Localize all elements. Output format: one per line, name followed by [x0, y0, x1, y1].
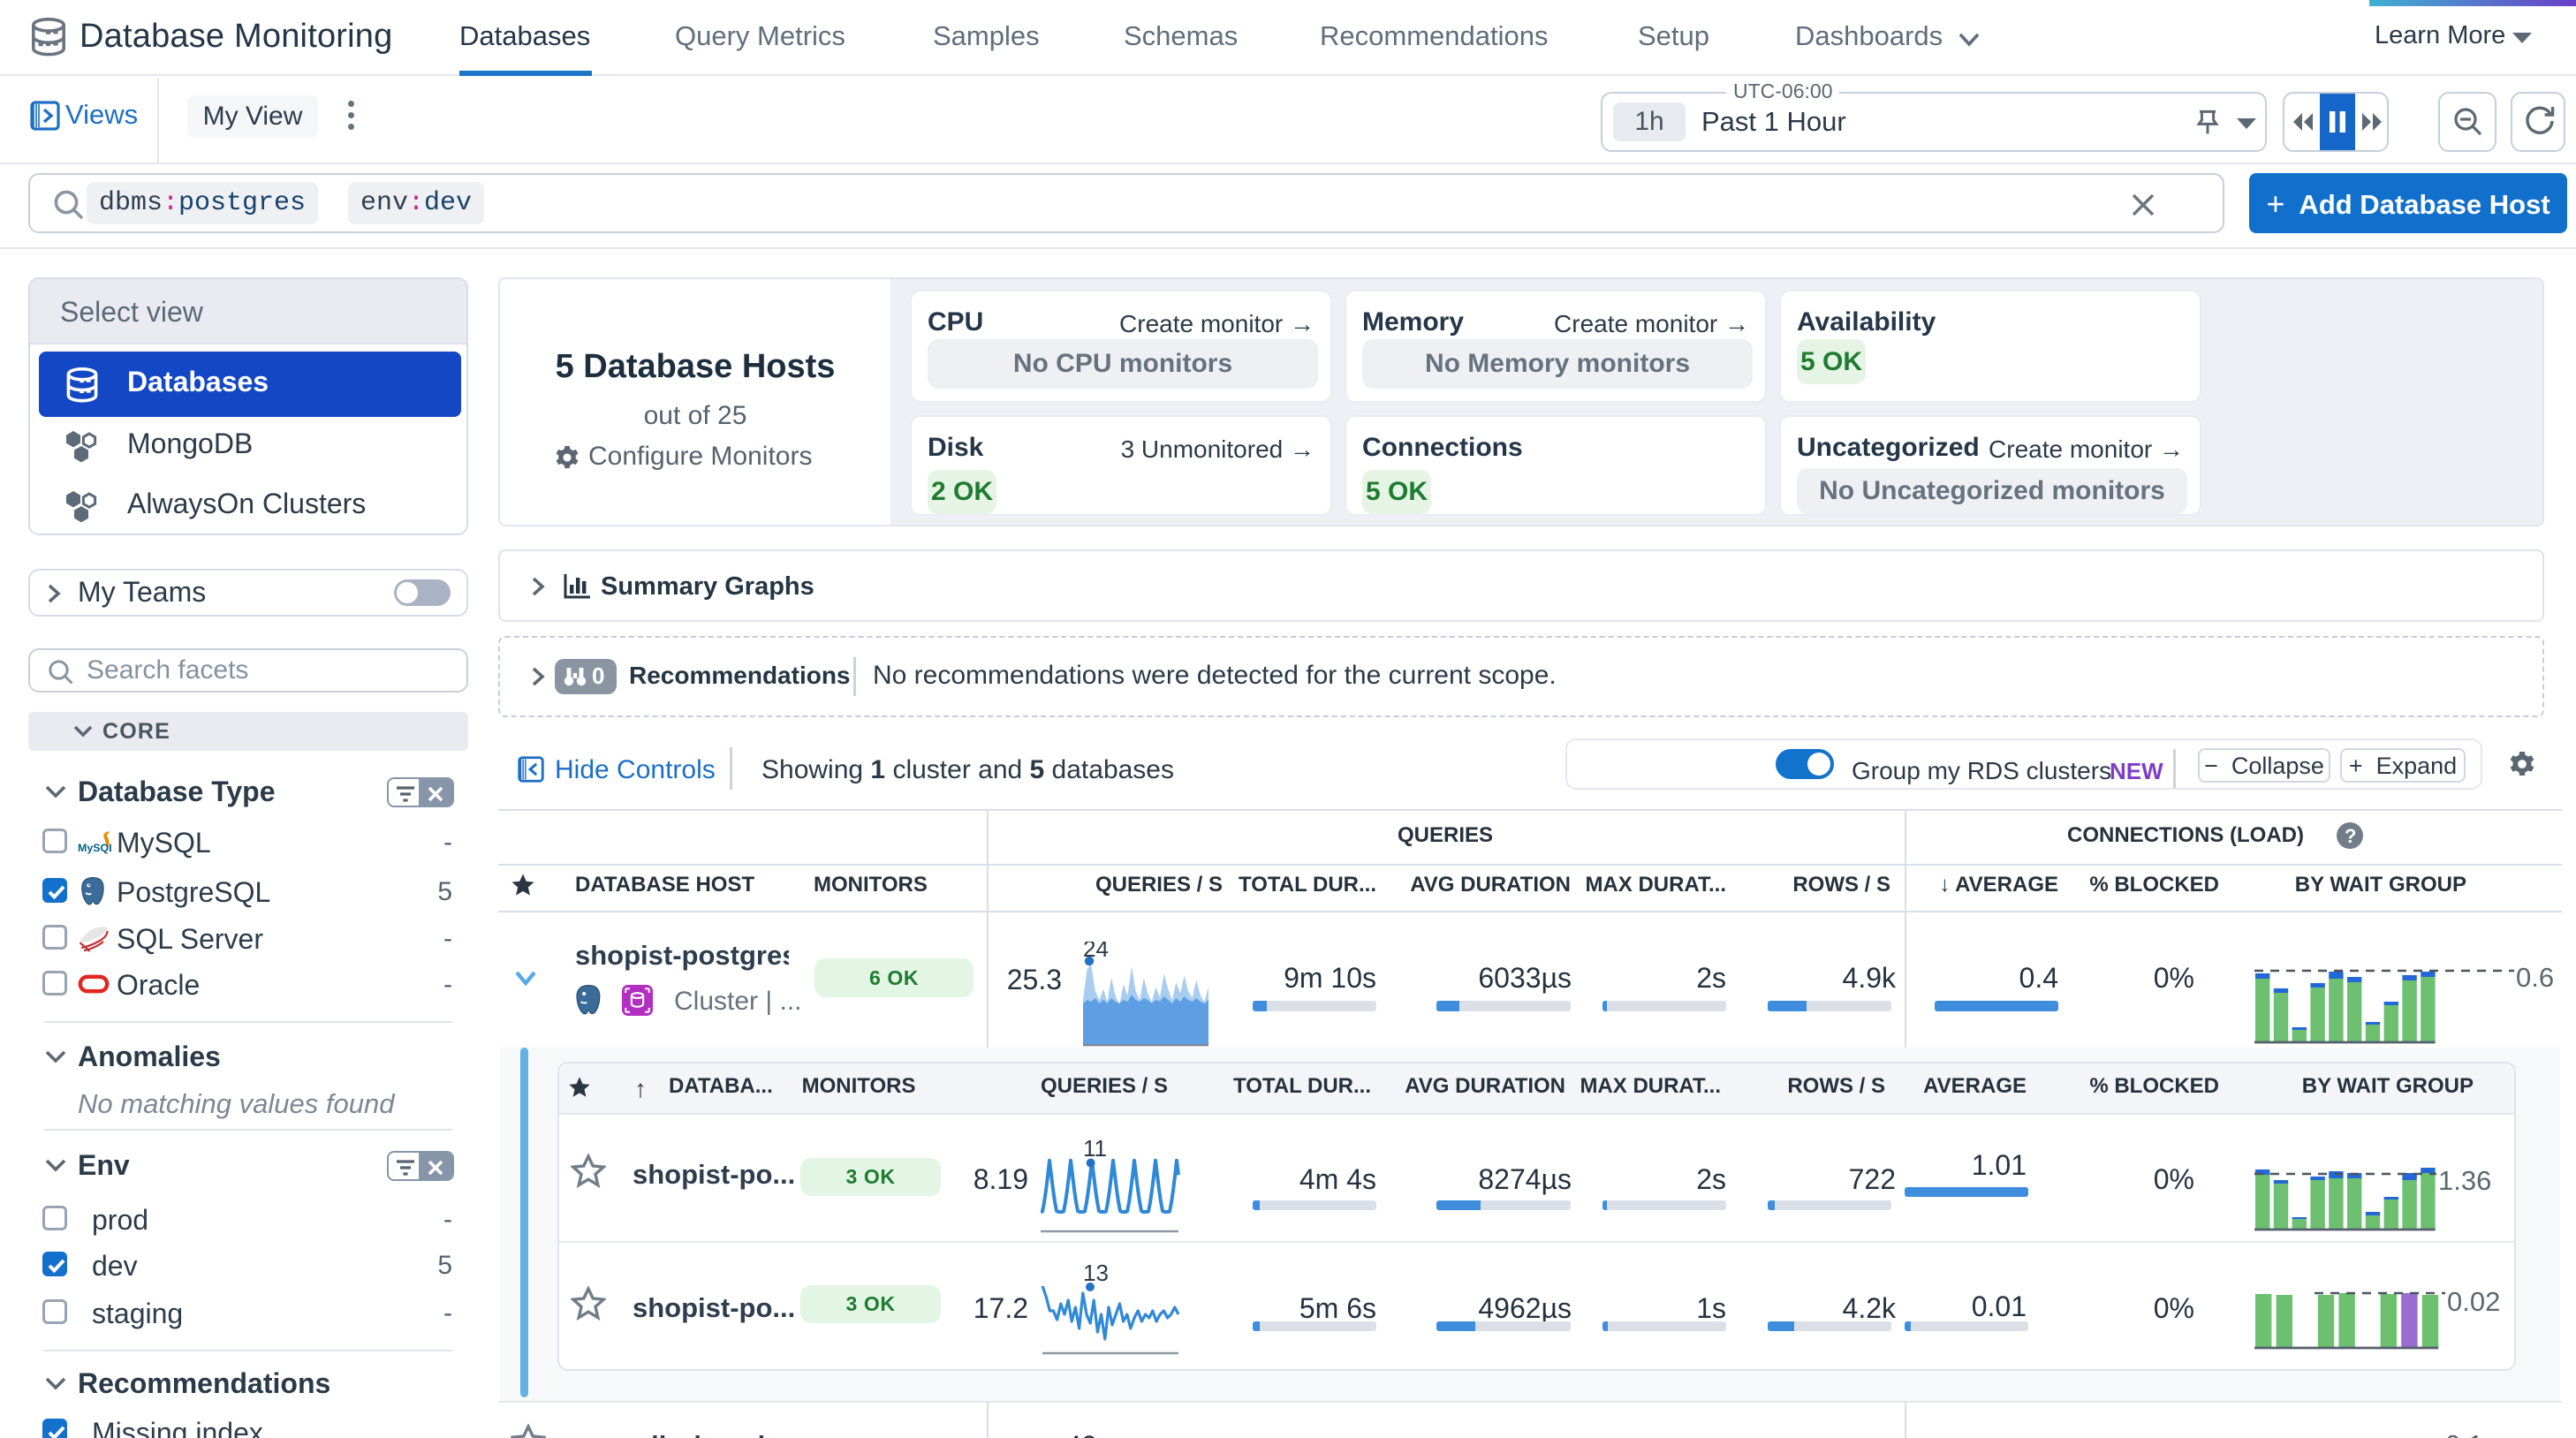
svg-text:0.6: 0.6 [2516, 965, 2554, 993]
svg-text:1.36: 1.36 [2438, 1165, 2491, 1196]
svg-text:0.02: 0.02 [2447, 1286, 2500, 1317]
svg-text:13: 13 [1083, 1261, 1109, 1286]
svg-text:MySQL: MySQL [78, 842, 111, 854]
svg-text:11: 11 [1083, 1136, 1107, 1162]
svg-text:?: ? [2345, 825, 2356, 847]
